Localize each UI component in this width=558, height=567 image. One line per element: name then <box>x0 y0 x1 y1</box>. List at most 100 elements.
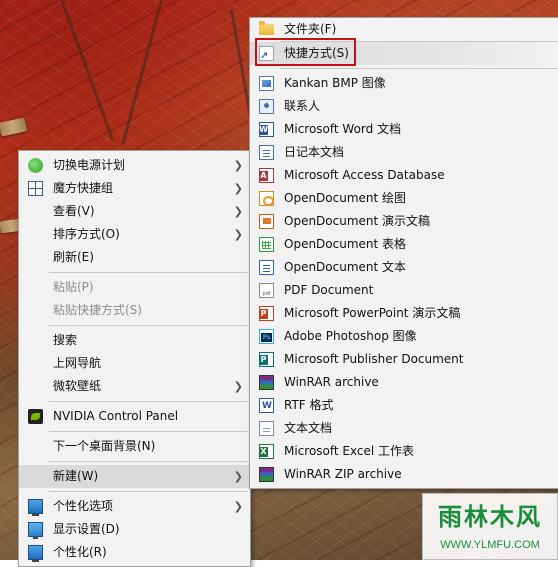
menu-item-label: 新建(W) <box>53 469 99 483</box>
new-submenu: 文件夹(F) 快捷方式(S) Kankan BMP 图像 联系人 Microso… <box>249 17 558 489</box>
new-item-winrar-zip-archive[interactable]: WinRAR ZIP archive <box>250 463 558 486</box>
new-item-kankan-bmp[interactable]: Kankan BMP 图像 <box>250 72 558 95</box>
winrar-archive-icon <box>259 375 274 390</box>
menu-item-sort-by[interactable]: 排序方式(O) ❯ <box>19 223 250 246</box>
menu-item-paste[interactable]: 粘贴(P) <box>19 276 250 299</box>
menu-item-nvidia-control-panel[interactable]: NVIDIA Control Panel <box>19 405 250 428</box>
chevron-right-icon: ❯ <box>233 205 243 218</box>
personalize-icon <box>28 545 43 562</box>
watermark-logo: 雨林木风 <box>438 502 542 531</box>
menu-item-label: 刷新(E) <box>53 250 94 264</box>
new-item-excel-worksheet[interactable]: Microsoft Excel 工作表 <box>250 440 558 463</box>
menu-item-label: 日记本文档 <box>284 145 345 159</box>
new-item-word-document[interactable]: Microsoft Word 文档 <box>250 118 558 141</box>
menu-item-label: NVIDIA Control Panel <box>53 409 179 423</box>
personalize-options-icon <box>28 499 43 516</box>
menu-item-search[interactable]: 搜索 <box>19 329 250 352</box>
opendocument-drawing-icon <box>259 191 274 206</box>
new-item-pdf-document[interactable]: PDF Document <box>250 279 558 302</box>
menu-item-label: 个性化(R) <box>53 545 107 559</box>
menu-item-view[interactable]: 查看(V) ❯ <box>19 200 250 223</box>
publisher-document-icon <box>259 352 274 367</box>
menu-item-label: Adobe Photoshop 图像 <box>284 329 417 343</box>
powerpoint-presentation-icon <box>259 306 274 321</box>
menu-item-label: 下一个桌面背景(N) <box>53 439 156 453</box>
menu-item-mofang-shortcuts[interactable]: 魔方快捷组 ❯ <box>19 177 250 200</box>
menu-item-next-desktop-background[interactable]: 下一个桌面背景(N) <box>19 435 250 458</box>
chevron-right-icon: ❯ <box>233 228 243 241</box>
menu-item-label: OpenDocument 绘图 <box>284 191 407 205</box>
menu-item-label: 排序方式(O) <box>53 227 120 241</box>
menu-item-label: 显示设置(D) <box>53 522 120 536</box>
menu-item-label: Microsoft PowerPoint 演示文稿 <box>284 306 461 320</box>
menu-separator <box>49 401 248 402</box>
opendocument-presentation-icon <box>259 214 274 229</box>
grid-icon <box>28 181 43 196</box>
text-document-icon <box>259 421 274 436</box>
new-item-text-document[interactable]: 文本文档 <box>250 417 558 440</box>
new-item-winrar-archive[interactable]: WinRAR archive <box>250 371 558 394</box>
excel-worksheet-icon <box>259 444 274 459</box>
menu-item-label: WinRAR archive <box>284 375 379 389</box>
new-item-photoshop-image[interactable]: Adobe Photoshop 图像 <box>250 325 558 348</box>
menu-item-personalization-options[interactable]: 个性化选项 ❯ <box>19 495 250 518</box>
new-item-publisher-document[interactable]: Microsoft Publisher Document <box>250 348 558 371</box>
contact-icon <box>259 99 274 114</box>
chevron-right-icon: ❯ <box>233 380 243 393</box>
menu-item-label: PDF Document <box>284 283 374 297</box>
opendocument-text-icon <box>259 260 274 275</box>
menu-item-paste-shortcut[interactable]: 粘贴快捷方式(S) <box>19 299 250 322</box>
menu-item-switch-power-plan[interactable]: 切换电源计划 ❯ <box>19 154 250 177</box>
menu-item-label: 粘贴快捷方式(S) <box>53 303 142 317</box>
menu-item-label: OpenDocument 表格 <box>284 237 407 251</box>
display-settings-icon <box>28 522 43 539</box>
folder-icon <box>259 21 274 35</box>
access-database-icon <box>259 168 274 183</box>
new-item-opendocument-drawing[interactable]: OpenDocument 绘图 <box>250 187 558 210</box>
menu-item-label: 联系人 <box>284 99 321 113</box>
menu-item-display-settings[interactable]: 显示设置(D) <box>19 518 250 541</box>
new-item-rtf-document[interactable]: RTF 格式 <box>250 394 558 417</box>
menu-item-label: Kankan BMP 图像 <box>284 76 386 90</box>
menu-item-label: RTF 格式 <box>284 398 334 412</box>
menu-item-label: 文件夹(F) <box>284 22 337 36</box>
watermark: 雨林木风 WWW.YLMFU.COM <box>422 493 558 560</box>
opendocument-spreadsheet-icon <box>259 237 274 252</box>
new-item-contact[interactable]: 联系人 <box>250 95 558 118</box>
menu-item-label: 微软壁纸 <box>53 379 102 393</box>
menu-item-label: Microsoft Excel 工作表 <box>284 444 415 458</box>
menu-item-label: 上网导航 <box>53 356 102 370</box>
new-item-opendocument-text[interactable]: OpenDocument 文本 <box>250 256 558 279</box>
menu-item-label: 文本文档 <box>284 421 333 435</box>
winrar-zip-icon <box>259 467 274 482</box>
photoshop-image-icon <box>259 329 274 344</box>
new-item-access-database[interactable]: Microsoft Access Database <box>250 164 558 187</box>
menu-item-label: Microsoft Publisher Document <box>284 352 464 366</box>
chevron-right-icon: ❯ <box>233 500 243 513</box>
menu-item-label: 切换电源计划 <box>53 158 126 172</box>
menu-item-label: 搜索 <box>53 333 78 347</box>
journal-document-icon <box>259 145 274 160</box>
new-item-powerpoint-presentation[interactable]: Microsoft PowerPoint 演示文稿 <box>250 302 558 325</box>
menu-item-label: 查看(V) <box>53 204 95 218</box>
menu-item-label: 粘贴(P) <box>53 280 94 294</box>
nvidia-icon <box>28 409 43 424</box>
chevron-right-icon: ❯ <box>233 470 243 483</box>
new-item-opendocument-presentation[interactable]: OpenDocument 演示文稿 <box>250 210 558 233</box>
menu-item-label: WinRAR ZIP archive <box>284 467 402 481</box>
menu-item-microsoft-wallpaper[interactable]: 微软壁纸 ❯ <box>19 375 250 398</box>
menu-item-web-navigation[interactable]: 上网导航 <box>19 352 250 375</box>
new-item-journal-document[interactable]: 日记本文档 <box>250 141 558 164</box>
menu-separator <box>49 461 248 462</box>
pdf-document-icon <box>259 283 274 298</box>
watermark-url: WWW.YLMFU.COM <box>440 539 540 551</box>
menu-item-new[interactable]: 新建(W) ❯ <box>19 465 250 488</box>
annotation-highlight-box <box>255 38 356 66</box>
menu-item-label: Microsoft Word 文档 <box>284 122 402 136</box>
menu-item-refresh[interactable]: 刷新(E) <box>19 246 250 269</box>
chevron-right-icon: ❯ <box>233 182 243 195</box>
desktop-context-menu: 切换电源计划 ❯ 魔方快捷组 ❯ 查看(V) ❯ 排序方式(O) ❯ 刷新(E)… <box>18 150 251 567</box>
new-item-opendocument-spreadsheet[interactable]: OpenDocument 表格 <box>250 233 558 256</box>
chevron-right-icon: ❯ <box>233 159 243 172</box>
menu-item-personalize[interactable]: 个性化(R) <box>19 541 250 564</box>
